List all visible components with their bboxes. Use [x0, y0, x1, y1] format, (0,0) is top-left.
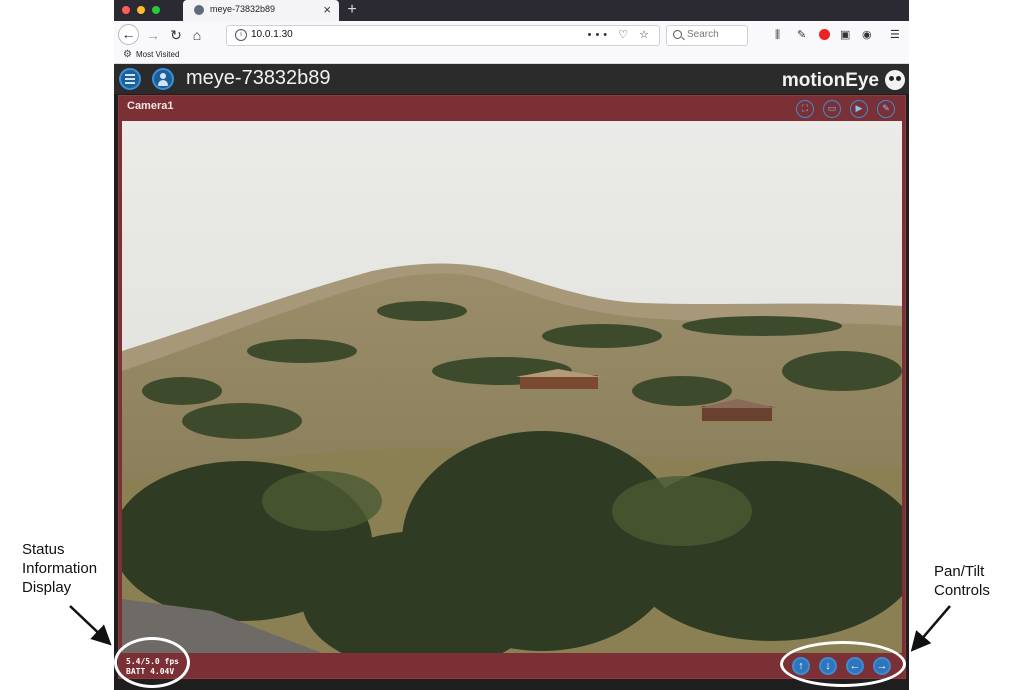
- main-menu-button[interactable]: [119, 68, 141, 90]
- motioneye-app: meye-73832b89 motionEye Camera1 ⛶ ▭ ▶ ✎: [114, 64, 909, 690]
- pan-tilt-annotation-label: Pan/Tilt Controls: [934, 563, 990, 599]
- user-button[interactable]: [152, 68, 174, 90]
- home-button[interactable]: ⌂: [187, 25, 207, 45]
- info-icon[interactable]: i: [235, 29, 247, 41]
- bookmark-most-visited[interactable]: Most Visited: [136, 50, 179, 59]
- close-window-button[interactable]: [122, 6, 130, 14]
- camera-frame: Camera1 ⛶ ▭ ▶ ✎ 5.4/5.0 fps BATT 4.04V ↑…: [118, 95, 906, 679]
- gear-icon: ⚙: [123, 49, 132, 60]
- browser-tab[interactable]: meye-73832b89 ×: [183, 0, 339, 21]
- browser-window: meye-73832b89 × + ← → ↻ ⌂ i 10.0.1.30 ••…: [114, 0, 909, 690]
- pictures-icon[interactable]: ▭: [823, 100, 841, 118]
- minimize-window-button[interactable]: [137, 6, 145, 14]
- owl-logo-icon: [885, 70, 905, 90]
- zoom-window-button[interactable]: [152, 6, 160, 14]
- favicon-icon: [194, 5, 204, 15]
- camera-feed-image: [122, 121, 902, 653]
- status-annotation-label: Status Information Display: [22, 541, 98, 596]
- settings-wrench-icon[interactable]: ✎: [877, 100, 895, 118]
- hamburger-menu-icon[interactable]: ☰: [890, 28, 900, 42]
- status-arrow: [69, 605, 112, 646]
- app-header: meye-73832b89 motionEye: [114, 64, 909, 94]
- reload-button[interactable]: ↻: [166, 25, 186, 45]
- adblock-icon[interactable]: [819, 29, 830, 40]
- navigation-toolbar: ← → ↻ ⌂ i 10.0.1.30 ••• ♡ ☆ Search ⫼ ✎ ▣…: [114, 21, 909, 48]
- url-bar[interactable]: i 10.0.1.30 ••• ♡ ☆: [226, 25, 660, 46]
- extension-icon[interactable]: ✎: [797, 28, 806, 42]
- pan-tilt-arrow: [910, 605, 951, 652]
- sidebar-icon[interactable]: ▣: [840, 28, 850, 42]
- forward-button[interactable]: →: [143, 25, 163, 45]
- tab-close-icon[interactable]: ×: [323, 2, 331, 18]
- camera-name: Camera1: [127, 100, 174, 112]
- brand-logo-text: motionEye: [781, 70, 879, 91]
- page-title: meye-73832b89: [186, 67, 331, 89]
- url-text: 10.0.1.30: [251, 29, 293, 40]
- user-icon: [160, 73, 166, 79]
- fullscreen-icon[interactable]: ⛶: [796, 100, 814, 118]
- tab-bar: meye-73832b89 × +: [114, 0, 909, 21]
- new-tab-button[interactable]: +: [344, 0, 360, 21]
- play-icon[interactable]: ▶: [850, 100, 868, 118]
- search-placeholder: Search: [687, 29, 719, 40]
- tab-title: meye-73832b89: [210, 4, 276, 14]
- status-highlight-ring: [114, 637, 190, 688]
- account-icon[interactable]: ◉: [862, 28, 872, 42]
- search-bar[interactable]: Search: [666, 25, 748, 46]
- back-button[interactable]: ←: [118, 24, 139, 45]
- search-icon: [673, 30, 682, 39]
- page-actions[interactable]: ••• ♡ ☆: [588, 28, 653, 41]
- pan-tilt-highlight-ring: [780, 641, 906, 687]
- bookmarks-toolbar: ⚙ Most Visited: [114, 48, 909, 64]
- library-icon[interactable]: ⫼: [775, 28, 780, 42]
